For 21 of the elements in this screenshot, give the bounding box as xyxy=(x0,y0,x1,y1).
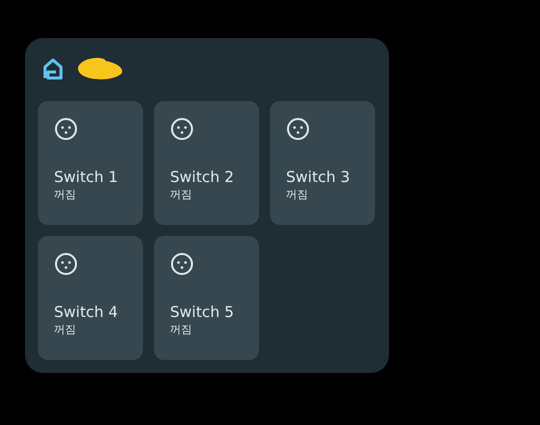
switch-status: 꺼짐 xyxy=(54,188,77,202)
switch-name: Switch 4 xyxy=(54,303,119,321)
switch-tile[interactable]: Switch 3 꺼짐 xyxy=(270,101,375,225)
switch-tile[interactable]: Switch 5 꺼짐 xyxy=(154,236,259,360)
switch-tile[interactable]: Switch 4 꺼짐 xyxy=(38,236,143,360)
power-outlet-icon xyxy=(54,252,78,276)
switch-status: 꺼짐 xyxy=(286,188,309,202)
switch-status: 꺼짐 xyxy=(54,323,77,337)
switch-tile[interactable]: Switch 1 꺼짐 xyxy=(38,101,143,225)
power-outlet-icon xyxy=(170,117,194,141)
switch-status: 꺼짐 xyxy=(170,188,193,202)
power-outlet-icon xyxy=(170,252,194,276)
switch-tile[interactable]: Switch 2 꺼짐 xyxy=(154,101,259,225)
switch-name: Switch 5 xyxy=(170,303,235,321)
switch-name: Switch 2 xyxy=(170,168,235,186)
switch-status: 꺼짐 xyxy=(170,323,193,337)
power-outlet-icon xyxy=(54,117,78,141)
switch-name: Switch 3 xyxy=(286,168,351,186)
home-icon[interactable] xyxy=(42,58,64,80)
switch-name: Switch 1 xyxy=(54,168,119,186)
power-outlet-icon xyxy=(286,117,310,141)
